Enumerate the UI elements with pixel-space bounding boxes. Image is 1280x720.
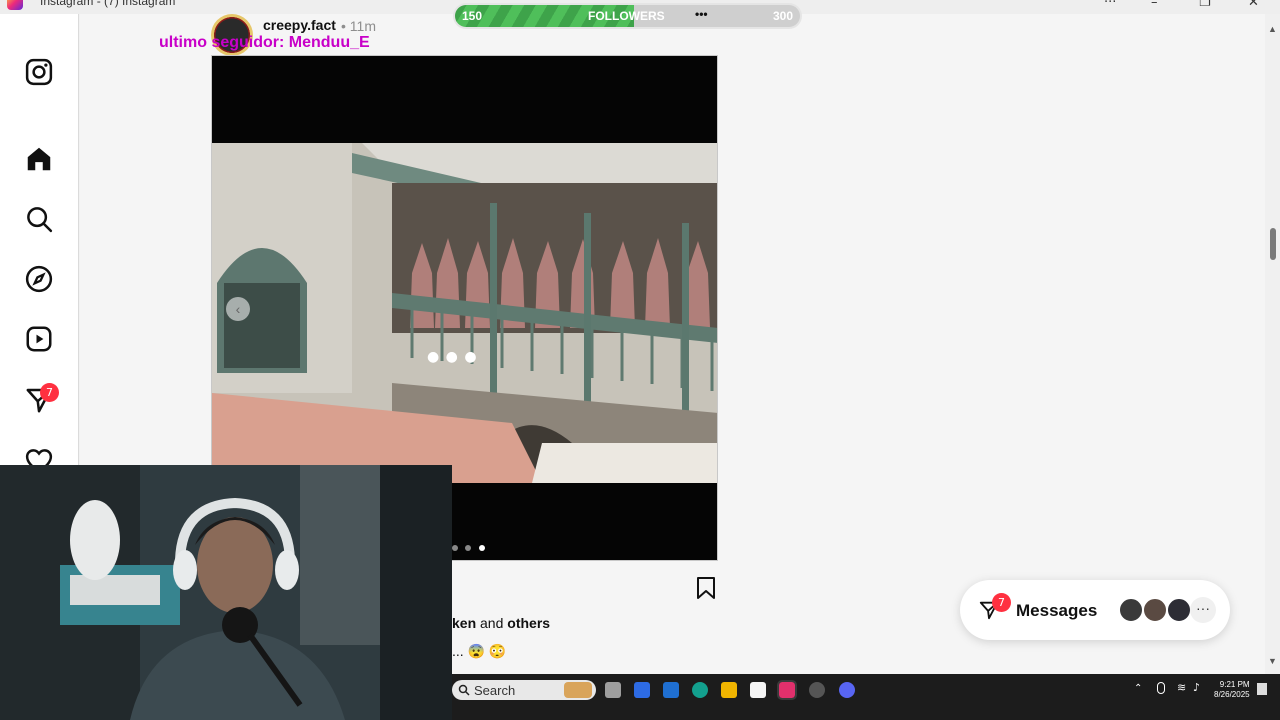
bookmark-icon[interactable] <box>695 576 717 600</box>
close-button[interactable]: ✕ <box>1248 0 1259 10</box>
goal-end: 300 <box>773 9 794 23</box>
carousel-prev-button[interactable]: ‹ <box>226 297 250 321</box>
goal-label: FOLLOWERS <box>588 9 665 23</box>
windows-taskbar: Search ⌃ ≋ ♪ 9:21 PM 8/26/2025 <box>452 674 1280 720</box>
carousel-dot-active <box>478 545 485 551</box>
zoom-app-icon[interactable] <box>634 682 650 698</box>
edge-browser-icon[interactable] <box>692 682 708 698</box>
goal-menu-icon: ••• <box>695 7 708 21</box>
avatar <box>1118 597 1144 623</box>
carousel-dot <box>452 545 458 551</box>
post-photo <box>212 143 717 483</box>
scroll-thumb[interactable] <box>1270 228 1276 260</box>
instagram-app-icon <box>7 0 23 10</box>
messages-more-icon[interactable]: ··· <box>1190 597 1216 623</box>
discord-app-icon[interactable] <box>839 682 855 698</box>
liked-by-others[interactable]: others <box>507 615 550 631</box>
followers-goal-bar: 150 FOLLOWERS ••• 300 <box>455 5 800 27</box>
taskbar-search-placeholder: Search <box>474 683 516 698</box>
instagram-taskbar-icon[interactable] <box>777 680 797 700</box>
post-username[interactable]: creepy.fact <box>263 17 336 33</box>
liked-by-connector: and <box>476 615 508 631</box>
wifi-icon[interactable]: ≋ <box>1177 681 1186 694</box>
carousel-dots <box>452 538 488 556</box>
scroll-down-icon[interactable]: ▼ <box>1268 656 1277 666</box>
messages-pill-badge: 7 <box>992 593 1011 612</box>
store-app-icon[interactable] <box>750 682 766 698</box>
volume-icon[interactable]: ♪ <box>1193 681 1200 694</box>
post-timestamp: • 11m <box>341 18 376 34</box>
search-highlight-icon <box>564 682 592 698</box>
messages-pill-label: Messages <box>1016 601 1098 620</box>
file-explorer-icon[interactable] <box>721 682 737 698</box>
last-follower-overlay: ultimo seguidor: Menduu_E <box>159 34 370 51</box>
webcam-image <box>0 465 452 720</box>
search-icon <box>458 684 470 696</box>
page-scrollbar[interactable]: ▲ ▼ <box>1265 14 1280 674</box>
restore-button[interactable]: ❐ <box>1199 0 1211 10</box>
task-view-icon[interactable] <box>605 682 621 698</box>
home-icon[interactable] <box>24 144 54 174</box>
minimize-button[interactable]: – <box>1151 0 1158 10</box>
avatar <box>1142 597 1168 623</box>
goal-start: 150 <box>462 9 483 23</box>
tray-expand-icon[interactable]: ⌃ <box>1134 683 1142 694</box>
window-more-button[interactable]: ··· <box>1104 0 1116 10</box>
liked-by-user[interactable]: ken <box>452 615 476 631</box>
microphone-icon[interactable] <box>1157 682 1165 694</box>
clock-date: 8/26/2025 <box>1214 690 1250 699</box>
window-title: Instagram - (7) Instagram <box>40 0 176 8</box>
screen: Instagram - (7) Instagram ··· – ❐ ✕ 7 cr… <box>0 0 1280 720</box>
building-balcony-image <box>212 143 717 483</box>
avatar <box>1166 597 1192 623</box>
caption-text: ... 😨 😳 <box>452 643 507 659</box>
system-clock[interactable]: 9:21 PM 8/26/2025 <box>1214 680 1250 700</box>
clock-time: 9:21 PM <box>1219 680 1250 689</box>
liked-by-text: ken and others <box>452 615 550 631</box>
chrome-app-icon[interactable] <box>809 682 825 698</box>
instagram-logo-icon[interactable] <box>24 57 54 87</box>
taskbar-search[interactable]: Search <box>452 680 596 700</box>
search-icon[interactable] <box>24 204 54 234</box>
notification-center-icon[interactable] <box>1257 683 1267 695</box>
explore-icon[interactable] <box>24 264 54 294</box>
sidebar: 7 <box>0 14 79 474</box>
scroll-up-icon[interactable]: ▲ <box>1268 24 1277 34</box>
reels-icon[interactable] <box>24 324 54 354</box>
messages-pill[interactable]: 7 Messages ··· <box>960 580 1230 640</box>
messages-count-badge: 7 <box>40 383 59 402</box>
loading-indicator: ● ● ● <box>427 349 478 365</box>
outlook-app-icon[interactable] <box>663 682 679 698</box>
carousel-dot <box>465 545 472 551</box>
webcam-overlay <box>0 465 452 720</box>
